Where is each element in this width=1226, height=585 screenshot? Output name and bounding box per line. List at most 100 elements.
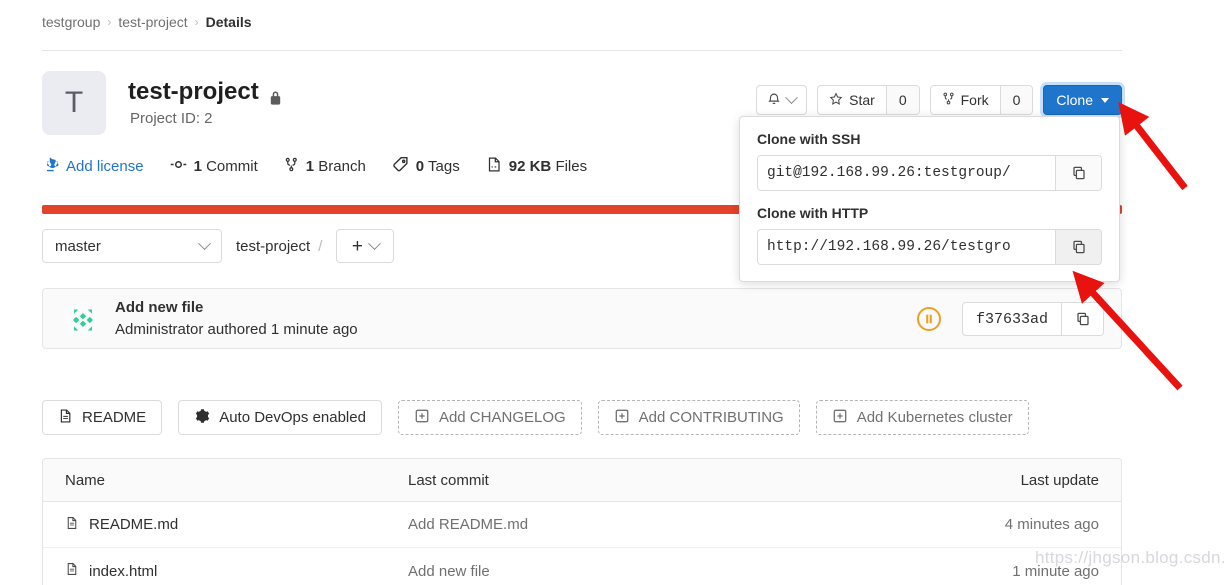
- breadcrumb-item-project[interactable]: test-project: [118, 14, 187, 30]
- chevron-down-icon: [368, 236, 381, 250]
- stat-commits-label: Commit: [206, 158, 258, 175]
- fork-label: Fork: [960, 92, 989, 108]
- stat-tags-label: Tags: [428, 158, 460, 175]
- star-icon: [829, 91, 843, 109]
- chevron-down-icon: [785, 90, 798, 104]
- clone-ssh-row: [757, 155, 1102, 191]
- table-row[interactable]: README.md Add README.md 4 minutes ago: [43, 502, 1121, 548]
- clone-ssh-heading: Clone with SSH: [757, 131, 861, 147]
- file-last-commit[interactable]: Add README.md: [408, 516, 921, 533]
- add-changelog-label: Add CHANGELOG: [438, 409, 566, 426]
- project-id: Project ID: 2: [130, 110, 213, 127]
- file-table: Name Last commit Last update README.md A…: [42, 458, 1122, 585]
- file-last-commit[interactable]: Add new file: [408, 563, 921, 580]
- fork-button-group[interactable]: Fork 0: [929, 85, 1034, 115]
- stat-files-label: Files: [555, 158, 588, 175]
- add-contributing-button[interactable]: Add CONTRIBUTING: [597, 400, 800, 435]
- commit-sha-copy-button[interactable]: [1061, 303, 1104, 335]
- breadcrumb-separator-icon: ›: [194, 15, 199, 29]
- identicon-avatar: [65, 302, 101, 338]
- column-header-last-update: Last update: [1020, 471, 1099, 489]
- arrow-to-clone-button: [1118, 102, 1188, 191]
- commit-sha-box: f37633ad: [962, 302, 1105, 336]
- plus-square-icon: [414, 408, 430, 428]
- branch-selector-label: master: [55, 237, 101, 255]
- file-name-cell: index.html: [43, 561, 408, 581]
- license-icon: [42, 156, 59, 177]
- branch-path-row: master test-project / +: [42, 229, 395, 263]
- commit-icon: [170, 156, 187, 177]
- stat-tags[interactable]: 0 Tags: [392, 156, 460, 177]
- commit-sha[interactable]: f37633ad: [963, 303, 1061, 335]
- repo-path-breadcrumb: test-project /: [236, 238, 322, 255]
- file-text-icon: [65, 515, 79, 535]
- plus-square-icon: [614, 408, 630, 428]
- file-icon: [486, 156, 502, 177]
- clone-ssh-input[interactable]: [758, 156, 1055, 190]
- breadcrumb-item-details: Details: [205, 14, 252, 30]
- breadcrumb: testgroup › test-project › Details: [42, 14, 252, 30]
- stat-branches-count: 1: [305, 158, 315, 175]
- auto-devops-label: Auto DevOps enabled: [219, 409, 366, 426]
- clone-http-input[interactable]: [758, 230, 1055, 264]
- stat-branches-label: Branch: [318, 158, 366, 175]
- add-changelog-button[interactable]: Add CHANGELOG: [397, 400, 582, 435]
- bell-icon: [767, 91, 781, 109]
- readme-label: README: [82, 409, 147, 426]
- stat-commits-count: 1: [193, 158, 202, 175]
- breadcrumb-item-group[interactable]: testgroup: [42, 14, 100, 30]
- last-commit-author-time: Administrator authored 1 minute ago: [115, 321, 358, 338]
- notification-dropdown-button[interactable]: [756, 85, 808, 115]
- star-button-group[interactable]: Star 0: [817, 85, 920, 115]
- stat-commits[interactable]: 1 Commit: [170, 156, 258, 177]
- clone-http-heading: Clone with HTTP: [757, 205, 869, 221]
- file-text-icon: [65, 561, 79, 581]
- clone-http-row: [757, 229, 1102, 265]
- column-header-name: Name: [65, 471, 106, 489]
- column-header-last-commit: Last commit: [408, 471, 489, 489]
- clone-label: Clone: [1056, 92, 1093, 108]
- clone-button[interactable]: Clone: [1043, 85, 1122, 115]
- file-table-header: Name Last commit Last update: [43, 459, 1121, 502]
- fork-icon: [942, 91, 955, 109]
- gear-icon: [194, 408, 210, 428]
- file-name[interactable]: README.md: [89, 516, 178, 533]
- pipeline-pending-icon[interactable]: [916, 306, 942, 332]
- last-commit-title[interactable]: Add new file: [115, 299, 203, 316]
- star-label: Star: [849, 92, 875, 108]
- file-name-cell: README.md: [43, 515, 408, 535]
- add-to-tree-button[interactable]: +: [336, 229, 395, 263]
- document-icon: [58, 408, 73, 428]
- file-name[interactable]: index.html: [89, 563, 157, 580]
- tag-icon: [392, 156, 409, 177]
- stat-branches[interactable]: 1 Branch: [284, 156, 366, 177]
- stat-files[interactable]: 92 KB Files: [486, 156, 587, 177]
- header-divider: [42, 50, 1122, 51]
- star-button[interactable]: Star: [818, 86, 886, 114]
- ssh-copy-button[interactable]: [1055, 156, 1101, 190]
- last-commit-panel: Add new file Administrator authored 1 mi…: [42, 288, 1122, 349]
- fork-button[interactable]: Fork: [931, 86, 1000, 114]
- add-kubernetes-cluster-button[interactable]: Add Kubernetes cluster: [815, 400, 1029, 435]
- chevron-down-icon: [1101, 97, 1109, 103]
- table-row[interactable]: index.html Add new file 1 minute ago: [43, 548, 1121, 585]
- branch-selector[interactable]: master: [42, 229, 222, 263]
- http-copy-button[interactable]: [1055, 230, 1101, 264]
- stat-add-license-label: Add license: [66, 158, 144, 175]
- project-name: test-project: [128, 78, 259, 105]
- project-header-actions: Star 0 Fork 0 Clone: [756, 85, 1122, 115]
- repo-path-project[interactable]: test-project: [236, 238, 310, 255]
- lock-icon: [268, 85, 283, 105]
- page-title: test-project: [128, 78, 283, 106]
- auto-devops-button[interactable]: Auto DevOps enabled: [178, 400, 382, 435]
- readme-button[interactable]: README: [42, 400, 163, 435]
- plus-icon: +: [351, 235, 363, 257]
- chevron-down-icon: [198, 236, 211, 250]
- stat-add-license[interactable]: Add license: [42, 156, 144, 177]
- repo-path-separator: /: [318, 237, 323, 255]
- fork-count: 0: [999, 86, 1033, 114]
- quick-actions-row: README Auto DevOps enabled Add CHANGELOG: [42, 400, 1029, 435]
- add-kubernetes-cluster-label: Add Kubernetes cluster: [856, 409, 1013, 426]
- watermark: https://jhgson.blog.csdn.net: [1035, 548, 1226, 567]
- stat-tags-count: 0: [415, 158, 425, 175]
